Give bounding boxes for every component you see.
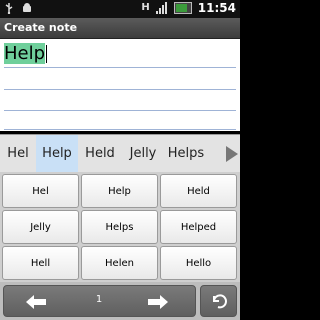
undo-button[interactable] xyxy=(200,285,237,317)
status-bar: H 11:54 xyxy=(0,0,240,18)
android-icon xyxy=(23,3,31,12)
signal-icon xyxy=(155,2,168,14)
word-key[interactable]: Hello xyxy=(160,246,237,280)
word-key[interactable]: Helped xyxy=(160,210,237,244)
note-line xyxy=(4,89,236,90)
word-key[interactable]: Hell xyxy=(2,246,79,280)
left-arrow-icon[interactable] xyxy=(24,294,48,310)
suggestion-item[interactable]: Jelly xyxy=(122,135,164,173)
suggestion-item[interactable]: Held xyxy=(78,135,122,173)
right-arrow-icon[interactable] xyxy=(146,294,170,310)
status-time: 11:54 xyxy=(197,1,236,15)
more-suggestions-icon[interactable] xyxy=(226,146,238,162)
note-line xyxy=(4,67,236,68)
note-line xyxy=(4,110,236,111)
word-key[interactable]: Jelly xyxy=(2,210,79,244)
usb-icon xyxy=(5,3,13,14)
h-network-icon: H xyxy=(141,2,150,13)
suggestion-item[interactable]: Helps xyxy=(164,135,208,173)
battery-icon xyxy=(173,2,192,14)
word-key[interactable]: Helps xyxy=(81,210,158,244)
note-text[interactable]: Help xyxy=(4,43,48,64)
word-key[interactable]: Helen xyxy=(81,246,158,280)
note-editor[interactable]: Help xyxy=(0,39,240,131)
word-key[interactable]: Help xyxy=(81,174,158,208)
title-bar: Create note xyxy=(0,18,240,39)
suggestion-item-active[interactable]: Help xyxy=(36,135,78,173)
selected-word: Help xyxy=(4,43,46,64)
suggestion-strip: Hel Help Held Jelly Helps xyxy=(0,134,240,174)
page-navigator: 1 xyxy=(3,285,196,317)
note-line xyxy=(4,129,236,130)
page-number: 1 xyxy=(95,294,103,305)
word-key[interactable]: Hel xyxy=(2,174,79,208)
text-cursor xyxy=(46,45,48,63)
undo-icon xyxy=(213,294,227,309)
word-key[interactable]: Held xyxy=(160,174,237,208)
suggestion-item[interactable]: Hel xyxy=(0,135,36,173)
page-title: Create note xyxy=(4,21,78,34)
